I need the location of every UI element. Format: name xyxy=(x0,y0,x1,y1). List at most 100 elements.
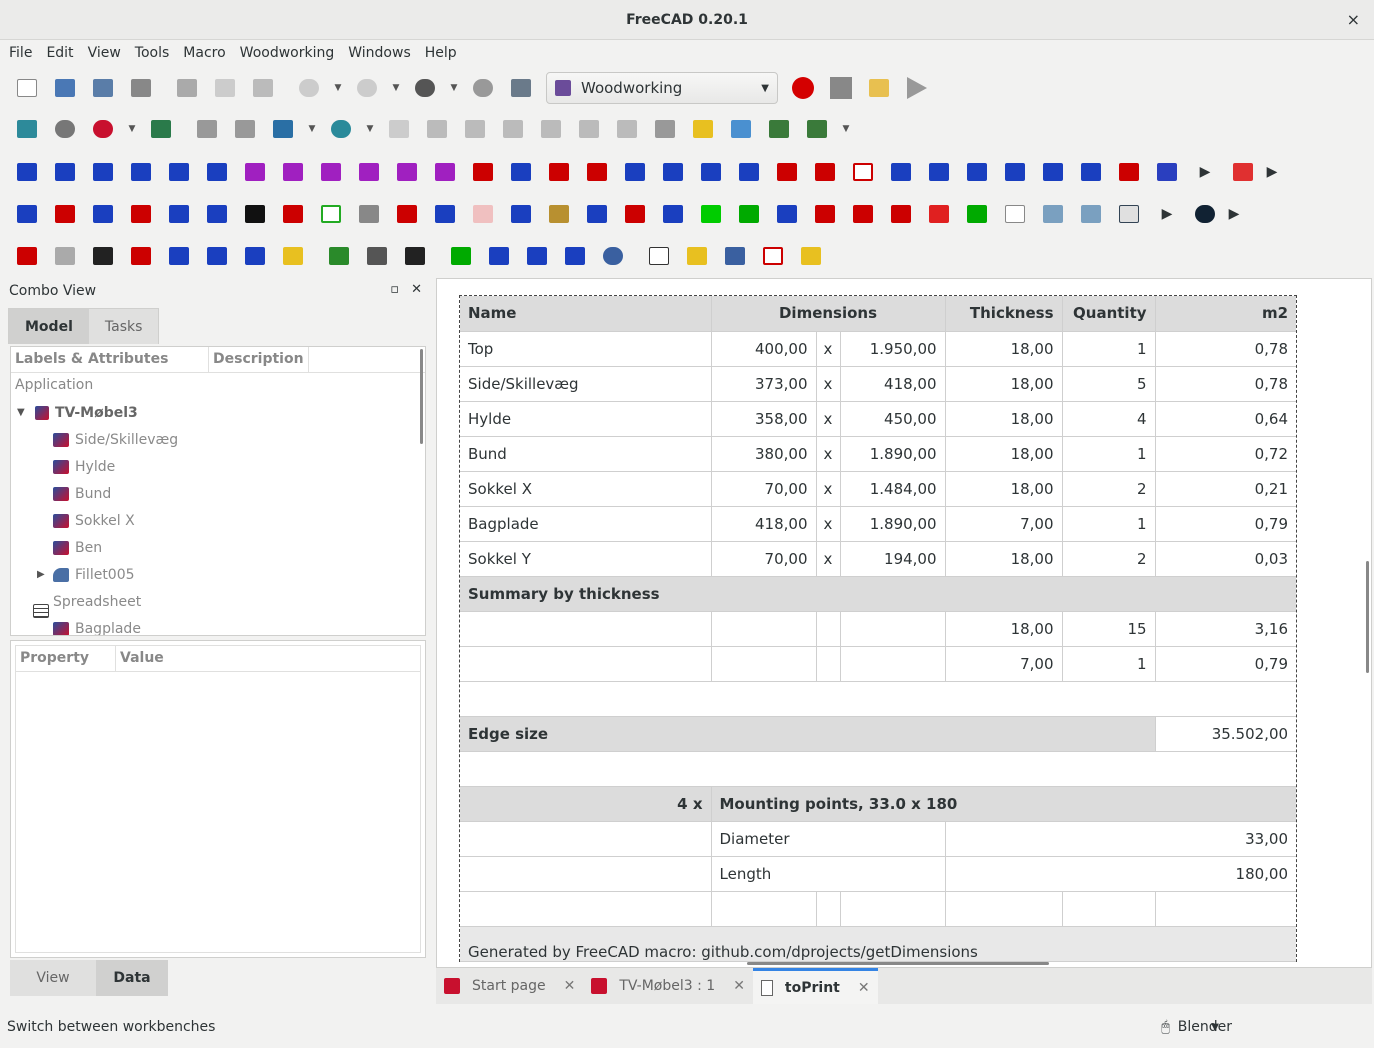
tree-item-sokkel-x[interactable]: Sokkel X xyxy=(11,507,425,534)
move-8-icon[interactable] xyxy=(768,156,806,188)
close-tab-icon[interactable]: ✕ xyxy=(858,980,870,996)
dowel-icon[interactable] xyxy=(920,198,958,230)
spreadsheet-icon[interactable] xyxy=(640,240,678,272)
recompute-icon[interactable] xyxy=(464,72,502,104)
resize-plus-2-icon[interactable] xyxy=(958,156,996,188)
vertical-scrollbar[interactable] xyxy=(1366,561,1369,673)
resize-minus-1-icon[interactable] xyxy=(920,156,958,188)
chevron-down-icon[interactable]: ▼ xyxy=(1211,1022,1219,1033)
foot-3-icon[interactable] xyxy=(84,198,122,230)
tab-tv-mobel3[interactable]: TV-Møbel3 : 1 ✕ xyxy=(583,968,753,1004)
close-panel-icon[interactable]: ✕ xyxy=(411,282,422,297)
cut-icon[interactable] xyxy=(168,72,206,104)
expand-icon[interactable]: ▶ xyxy=(37,569,45,580)
panel-blue-red-icon[interactable] xyxy=(160,240,198,272)
tab-view[interactable]: View xyxy=(10,960,96,996)
collapse-icon[interactable]: ▼ xyxy=(17,407,25,418)
tree-item-fillet005[interactable]: ▶ Fillet005 xyxy=(11,561,425,588)
corner-icon[interactable] xyxy=(1148,156,1186,188)
panel-purple-4-icon[interactable] xyxy=(350,156,388,188)
float-icon[interactable]: ▫ xyxy=(390,282,399,297)
resize-minus-2-icon[interactable] xyxy=(996,156,1034,188)
dimension-1-icon[interactable] xyxy=(8,240,46,272)
view-isometric-icon[interactable] xyxy=(380,113,418,145)
overflow-arrow-1-icon[interactable]: ▶ xyxy=(1186,156,1224,188)
view-right-icon[interactable] xyxy=(494,113,532,145)
color-cube-icon[interactable] xyxy=(320,240,358,272)
tree-item-bagplade[interactable]: Bagplade xyxy=(11,615,425,635)
fit-all-icon[interactable] xyxy=(8,113,46,145)
pin-icon[interactable] xyxy=(388,198,426,230)
folder-open-icon[interactable] xyxy=(1072,198,1110,230)
link-dropdown-icon[interactable]: ▼ xyxy=(836,113,856,145)
menu-tools[interactable]: Tools xyxy=(128,45,177,61)
panel-red-icon[interactable] xyxy=(122,240,160,272)
dimension-3-icon[interactable] xyxy=(84,240,122,272)
chair-icon[interactable] xyxy=(198,240,236,272)
texture-icon[interactable] xyxy=(358,240,396,272)
tree-item-hylde[interactable]: Hylde xyxy=(11,453,425,480)
menu-macro[interactable]: Macro xyxy=(176,45,232,61)
magnet-icon[interactable] xyxy=(1186,198,1224,230)
bounding-box-icon[interactable] xyxy=(142,113,180,145)
view-bottom-icon[interactable] xyxy=(570,113,608,145)
overflow-arrow-3-icon[interactable]: ▶ xyxy=(1148,198,1186,230)
tree-header-labels[interactable]: Labels & Attributes xyxy=(11,347,209,372)
chart-icon[interactable] xyxy=(274,198,312,230)
horizontal-scrollbar[interactable] xyxy=(747,962,1049,965)
undo-dropdown-icon[interactable]: ▼ xyxy=(328,72,348,104)
tab-start-page[interactable]: Start page ✕ xyxy=(436,968,583,1004)
redo-icon[interactable] xyxy=(348,72,386,104)
foot-4-icon[interactable] xyxy=(122,198,160,230)
panel-purple-6-icon[interactable] xyxy=(426,156,464,188)
open-file-icon[interactable] xyxy=(46,72,84,104)
draw-style-dropdown-icon[interactable]: ▼ xyxy=(122,113,142,145)
copy-icon[interactable] xyxy=(206,72,244,104)
panel-purple-3-icon[interactable] xyxy=(312,156,350,188)
foot-1-icon[interactable] xyxy=(8,198,46,230)
tab-model[interactable]: Model xyxy=(9,309,89,344)
tab-data[interactable]: Data xyxy=(96,960,168,996)
tree-header-description[interactable]: Description xyxy=(209,347,309,372)
pencil-icon[interactable] xyxy=(350,198,388,230)
view-front-icon[interactable] xyxy=(418,113,456,145)
resize-plus-1-icon[interactable] xyxy=(882,156,920,188)
red-frame-icon[interactable] xyxy=(754,240,792,272)
panel-purple-1-icon[interactable] xyxy=(236,156,274,188)
parts-icon[interactable] xyxy=(678,240,716,272)
yellow-stack-icon[interactable] xyxy=(792,240,830,272)
tree-item-bund[interactable]: Bund xyxy=(11,480,425,507)
board-3-icon[interactable] xyxy=(556,240,594,272)
whats-this-icon[interactable] xyxy=(502,72,540,104)
cut-panel-icon[interactable] xyxy=(502,198,540,230)
menu-edit[interactable]: Edit xyxy=(39,45,80,61)
black-cube-icon[interactable] xyxy=(396,240,434,272)
sync-view-dropdown-icon[interactable]: ▼ xyxy=(302,113,322,145)
foot-5-icon[interactable] xyxy=(160,198,198,230)
view-top-icon[interactable] xyxy=(456,113,494,145)
refresh-dropdown-icon[interactable]: ▼ xyxy=(444,72,464,104)
part-icon[interactable] xyxy=(684,113,722,145)
view-rear-icon[interactable] xyxy=(532,113,570,145)
axis-icon[interactable] xyxy=(464,156,502,188)
tree-item-ben[interactable]: Ben xyxy=(11,534,425,561)
menu-file[interactable]: File xyxy=(2,45,39,61)
frame-icon[interactable] xyxy=(578,198,616,230)
panel-purple-2-icon[interactable] xyxy=(274,156,312,188)
macro-edit-icon[interactable] xyxy=(860,72,898,104)
zoom-dropdown-icon[interactable]: ▼ xyxy=(360,113,380,145)
tab-tasks[interactable]: Tasks xyxy=(89,309,159,344)
eraser-icon[interactable] xyxy=(464,198,502,230)
move-5-icon[interactable] xyxy=(654,156,692,188)
dimension-2-icon[interactable] xyxy=(46,240,84,272)
panel-yz-icon[interactable] xyxy=(160,156,198,188)
add-icon[interactable] xyxy=(1110,198,1148,230)
link-icon[interactable] xyxy=(760,113,798,145)
menu-help[interactable]: Help xyxy=(418,45,464,61)
panel-xy-icon[interactable] xyxy=(8,156,46,188)
union-icon[interactable] xyxy=(594,240,632,272)
panel-purple-5-icon[interactable] xyxy=(388,156,426,188)
green-side-icon[interactable] xyxy=(730,198,768,230)
tree-item-root[interactable]: ▼ TV-Møbel3 xyxy=(11,399,425,426)
blue-part-icon[interactable] xyxy=(716,240,754,272)
